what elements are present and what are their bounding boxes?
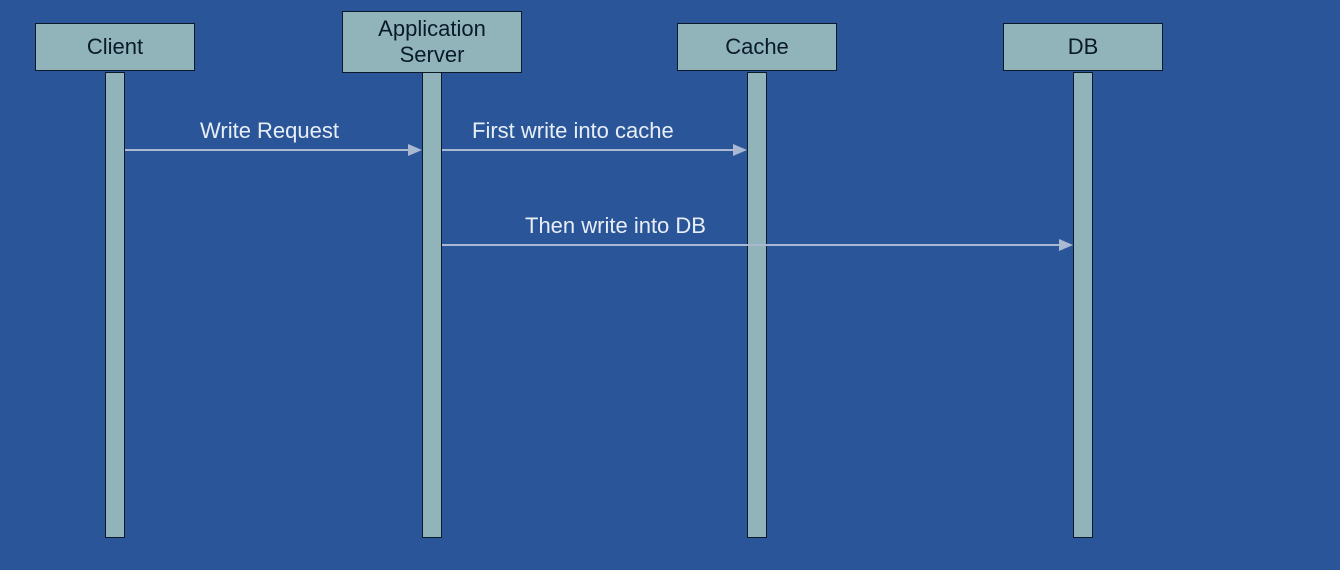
arrow-first-write-into-cache (442, 144, 747, 156)
lifeline-application-server (422, 72, 442, 538)
sequence-diagram: Client Application Server Cache DB Write… (0, 0, 1340, 570)
arrow-write-request (125, 144, 422, 156)
actor-db: DB (1003, 23, 1163, 71)
message-first-write-into-cache-label: First write into cache (472, 118, 674, 144)
actor-application-server-label: Application Server (378, 16, 486, 69)
lifeline-client (105, 72, 125, 538)
actor-application-server: Application Server (342, 11, 522, 73)
actor-cache: Cache (677, 23, 837, 71)
actor-client-label: Client (87, 34, 143, 60)
arrows-layer (0, 0, 1340, 570)
lifeline-db (1073, 72, 1093, 538)
actor-db-label: DB (1068, 34, 1099, 60)
actor-client: Client (35, 23, 195, 71)
message-then-write-into-db-label: Then write into DB (525, 213, 706, 239)
actor-cache-label: Cache (725, 34, 789, 60)
message-write-request-label: Write Request (200, 118, 339, 144)
lifeline-cache (747, 72, 767, 538)
